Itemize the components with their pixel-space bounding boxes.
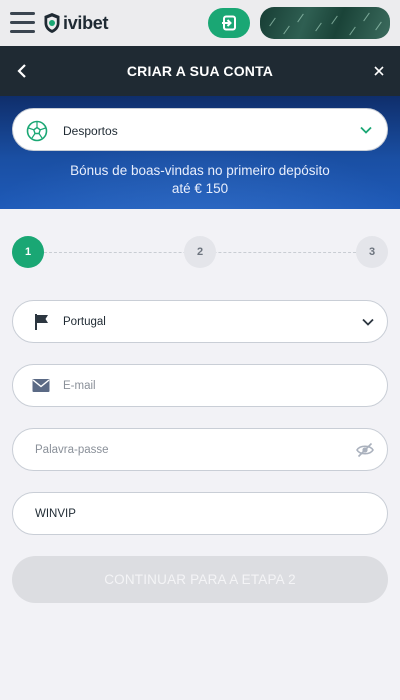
continue-button[interactable]: CONTINUAR PARA A ETAPA 2 [12,556,388,603]
hamburger-menu-icon[interactable] [10,12,35,34]
page-title: CRIAR A SUA CONTA [126,63,274,79]
login-icon [222,15,236,31]
registration-header: CRIAR A SUA CONTA [0,46,400,96]
top-bar: ivibet [0,0,400,46]
close-icon [374,66,384,76]
bonus-line-1: Bónus de boas-vindas no primeiro depósit… [70,163,330,178]
eye-hidden-icon[interactable] [356,442,374,458]
bonus-line-2: até € 150 [171,181,229,196]
email-field[interactable]: E-mail [12,364,388,407]
chevron-down-icon [360,126,372,134]
soccer-ball-icon [26,120,48,142]
registration-stepper: 1 2 3 [0,209,400,295]
login-button[interactable] [208,8,250,38]
sport-select-value: Desportos [63,124,118,138]
step-2: 2 [184,236,216,268]
flag-icon [35,314,48,330]
country-select[interactable]: Portugal [12,300,388,343]
step-3: 3 [356,236,388,268]
promo-banner[interactable] [260,7,390,39]
logo-shield-icon [44,13,60,33]
envelope-icon [32,379,50,392]
sport-bonus-select[interactable]: Desportos [12,108,388,151]
promo-code-value: WINVIP [35,508,76,520]
brand-logo[interactable]: ivibet [43,11,109,35]
promo-code-field[interactable]: WINVIP [12,492,388,535]
bonus-section: Desportos Bónus de boas-vindas no primei… [0,96,400,209]
password-placeholder: Palavra-passe [35,444,109,456]
close-button[interactable] [370,62,388,80]
country-select-value: Portugal [63,316,106,328]
welcome-bonus-text: Bónus de boas-vindas no primeiro depósit… [0,162,400,198]
logo-text: ivibet [63,12,109,33]
password-field[interactable]: Palavra-passe [12,428,388,471]
email-placeholder: E-mail [63,380,96,392]
step-1: 1 [12,236,44,268]
chevron-down-icon [362,318,374,326]
